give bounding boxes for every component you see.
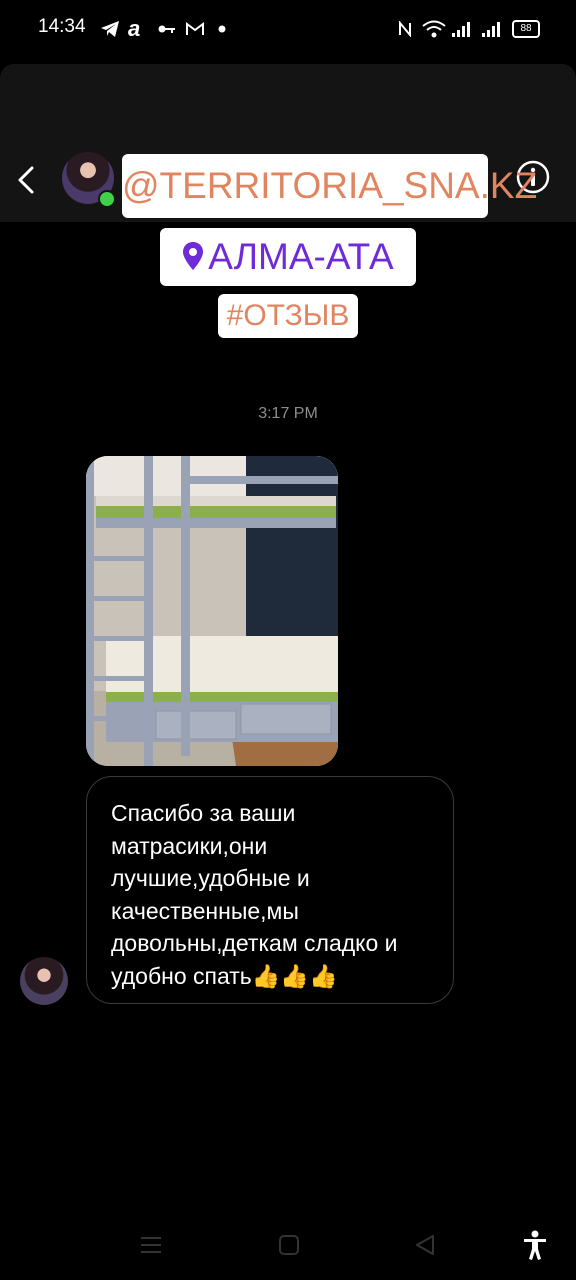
message-text: Спасибо за ваши матрасики,они лучшие,удо… [111, 800, 398, 989]
nav-back-button[interactable] [410, 1228, 440, 1262]
signal-icon [482, 18, 502, 40]
home-button[interactable] [274, 1228, 304, 1262]
menu-icon [141, 1237, 161, 1253]
mention-sticker[interactable]: @TERRITORIA_SNA.KZ [122, 154, 537, 218]
accessibility-button[interactable] [518, 1228, 552, 1262]
photo-message[interactable] [86, 456, 338, 766]
location-sticker[interactable]: АЛМА-АТА [160, 228, 416, 286]
chevron-left-icon [18, 166, 34, 194]
key-icon [158, 18, 176, 40]
gmail-icon [186, 18, 204, 40]
home-icon [279, 1235, 299, 1255]
status-time: 14:34 [38, 16, 86, 37]
menu-button[interactable] [136, 1228, 166, 1262]
back-triangle-icon [416, 1235, 434, 1255]
status-bar: 14:34 a 88 [0, 0, 576, 58]
battery-indicator: 88 [512, 20, 540, 38]
message-bubble[interactable]: Спасибо за ваши матрасики,они лучшие,удо… [86, 776, 454, 1004]
location-pin-icon [182, 230, 204, 288]
accessibility-icon [524, 1230, 546, 1260]
back-button[interactable] [12, 160, 42, 200]
wifi-icon [422, 18, 446, 40]
telegram-icon [100, 18, 120, 40]
dot-icon [218, 18, 226, 40]
signal-icon [452, 18, 472, 40]
hashtag-sticker[interactable]: #ОТЗЫВ [218, 294, 358, 338]
nfc-icon [398, 18, 412, 40]
message-timestamp: 3:17 PM [258, 405, 318, 422]
online-status-dot [98, 190, 116, 208]
sender-avatar[interactable] [20, 957, 68, 1005]
app-a-icon: a [128, 16, 141, 41]
location-label: АЛМА-АТА [208, 236, 394, 277]
bunk-bed-photo [86, 456, 338, 766]
